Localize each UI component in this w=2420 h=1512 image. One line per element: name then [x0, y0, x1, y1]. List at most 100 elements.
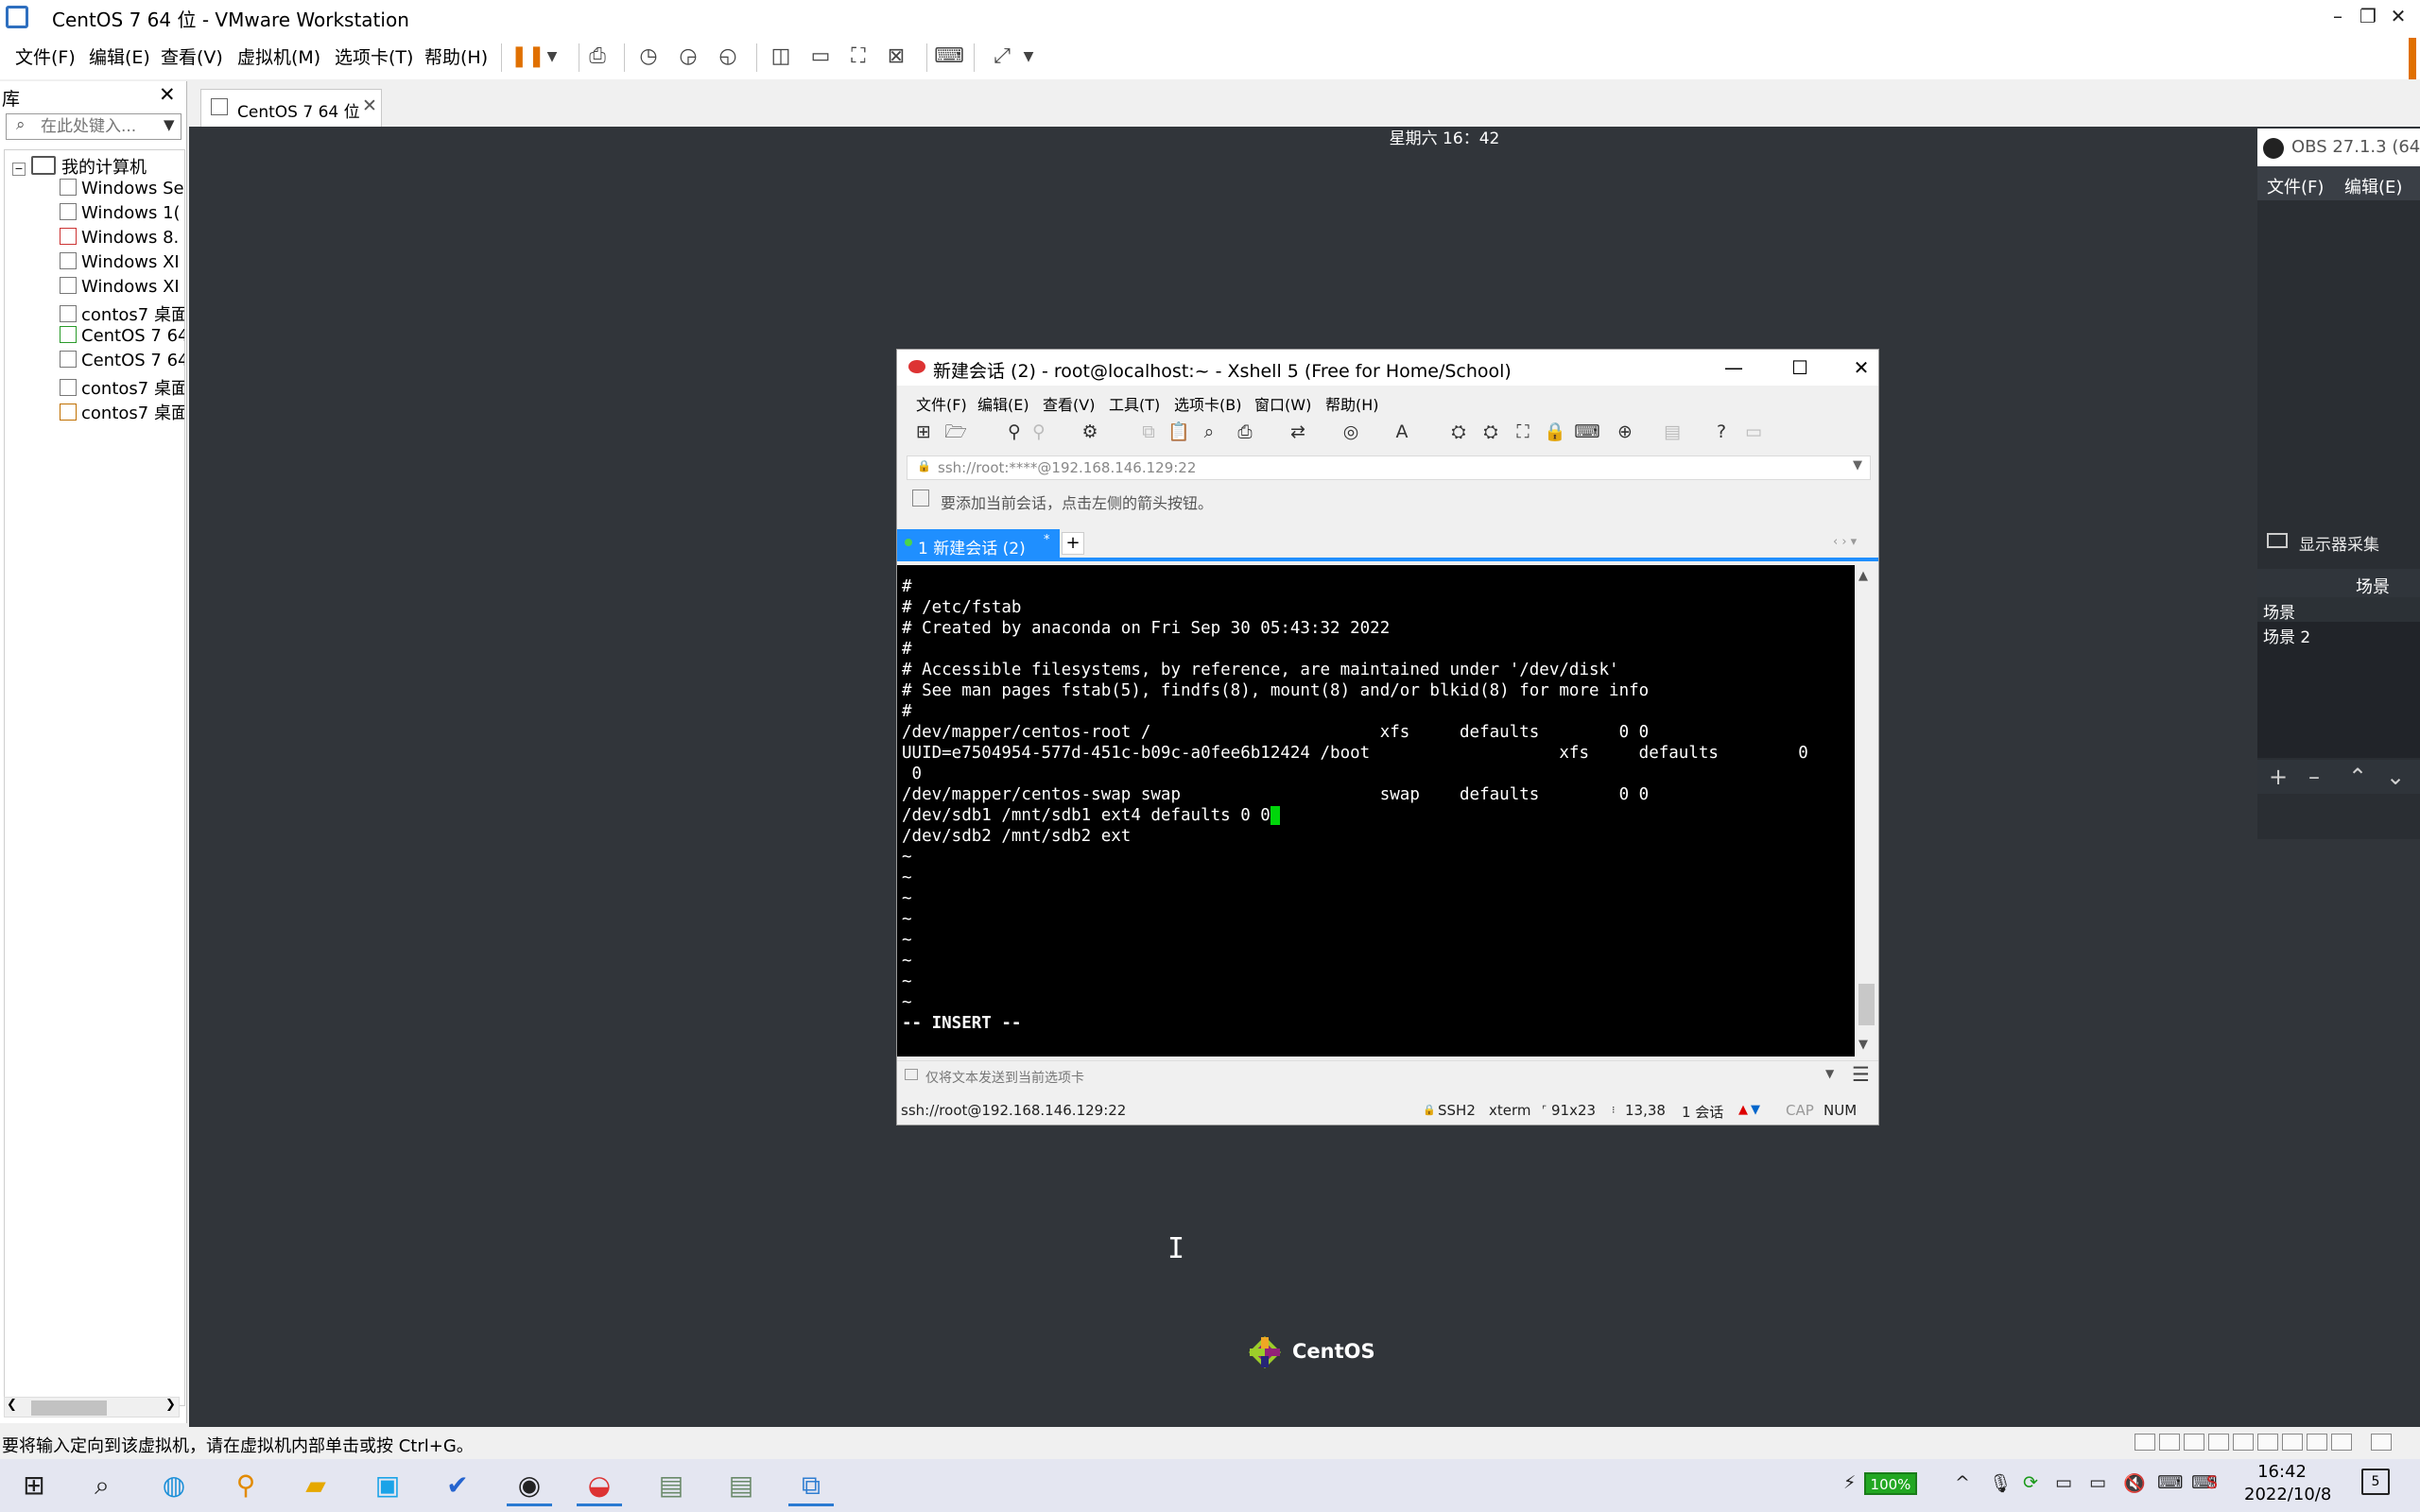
library-search[interactable]: ⌕ ▼ [6, 113, 182, 140]
search-icon[interactable]: ⌕ [79, 1465, 125, 1506]
menu-view[interactable]: 查看(V) [161, 43, 223, 69]
chevron-right-icon[interactable]: ❯ [165, 1398, 176, 1412]
tree-item-vm[interactable]: contos7 桌面 [60, 375, 184, 400]
obs-window[interactable]: OBS 27.1.3 (64- 文件(F) 编辑(E) 显示器采集 场景 场景 … [2257, 129, 2420, 839]
wps-icon[interactable]: ▤ [648, 1465, 694, 1506]
tab-navigation-icon[interactable]: ‹ › ▾ [1833, 535, 1857, 549]
chevron-up-icon[interactable]: ▲ [1858, 569, 1868, 583]
wps-icon[interactable]: ▤ [718, 1465, 764, 1506]
obs-icon[interactable]: ◉ [507, 1465, 552, 1506]
thumbnail-bar-icon[interactable]: ▭ [805, 42, 836, 72]
menu-tabs[interactable]: 选项卡(T) [335, 43, 413, 69]
todo-icon[interactable]: ✔ [435, 1465, 480, 1506]
library-hscrollbar[interactable]: ❮ ❯ [4, 1397, 180, 1418]
chevron-down-icon[interactable]: ▼ [164, 116, 175, 133]
storage-icon[interactable]: ▭ [2055, 1472, 2072, 1493]
move-up-button[interactable]: ⌃ [2342, 762, 2373, 792]
vmware-icon[interactable]: ⧉ [788, 1465, 834, 1506]
menu-file[interactable]: 文件(F) [916, 392, 967, 415]
dropdown-arrow-icon[interactable]: ▼ [537, 42, 567, 72]
compose-bar[interactable]: 仅将文本发送到当前选项卡 ▼ ☰ [897, 1060, 1878, 1091]
hard-disk-icon[interactable] [2135, 1434, 2155, 1451]
battery-indicator[interactable]: 100% [1864, 1472, 1917, 1495]
xshell-window[interactable]: 新建会话 (2) - root@localhost:~ - Xshell 5 (… [896, 349, 1879, 1265]
collapse-icon[interactable]: − [12, 163, 26, 176]
display-icon[interactable] [2307, 1434, 2327, 1451]
tree-root-my-computer[interactable]: − 我的计算机 [12, 154, 147, 178]
add-scene-button[interactable]: + [2263, 762, 2293, 792]
xshell-icon[interactable]: ◒ [577, 1465, 622, 1506]
terminal[interactable]: # # /etc/fstab # Created by anaconda on … [897, 565, 1855, 1265]
font-icon[interactable]: A [1389, 420, 1415, 444]
terminal-scrollbar[interactable]: ▲ ▼ [1855, 565, 1878, 1057]
cd-drive-icon[interactable] [2184, 1434, 2204, 1451]
display-icon[interactable]: ▭ [2089, 1472, 2106, 1493]
lock-icon[interactable]: 🔒 [1542, 420, 1568, 444]
menu-edit[interactable]: 编辑(E) [977, 392, 1029, 415]
tree-item-vm[interactable]: contos7 桌面 [60, 301, 184, 326]
revert-snapshot-icon[interactable]: ◶ [673, 42, 703, 72]
clock-time[interactable]: 16:42 [2244, 1462, 2320, 1482]
chat-icon[interactable]: ▭ [1740, 420, 1767, 444]
sound-icon[interactable] [2257, 1434, 2278, 1451]
windows-start-icon[interactable]: ⊞ [11, 1465, 57, 1506]
scrollbar-thumb[interactable] [1858, 984, 1875, 1025]
move-down-button[interactable]: ⌄ [2380, 762, 2411, 792]
search-tool-icon[interactable]: ⚲ [223, 1465, 268, 1506]
messages-icon[interactable] [2371, 1434, 2392, 1451]
keyboard-icon[interactable]: ⌨ [1574, 420, 1600, 444]
full-screen-icon[interactable]: ⛶ [843, 42, 873, 72]
usb-device-icon[interactable] [2331, 1434, 2352, 1451]
menu-tabs[interactable]: 选项卡(B) [1174, 392, 1241, 415]
edge-icon[interactable]: ◍ [151, 1465, 197, 1506]
volume-muted-icon[interactable]: 🔇 [2123, 1472, 2146, 1494]
print-icon[interactable]: ⎙ [1232, 420, 1258, 444]
scrollbar-thumb[interactable] [31, 1400, 107, 1416]
dropdown-arrow-icon[interactable]: ▼ [1013, 42, 1044, 72]
tree-item-vm[interactable]: Windows Se [60, 179, 184, 203]
tree-item-vm[interactable]: Windows 1( [60, 203, 181, 228]
maximize-button[interactable]: ☐ [1778, 352, 1822, 384]
add-session-icon[interactable]: ⊕ [1612, 420, 1638, 444]
tree-item-vm[interactable]: Windows XI [60, 252, 180, 277]
globe-icon[interactable]: ◎ [1338, 420, 1364, 444]
transfer-icon[interactable]: ⇄ [1285, 420, 1311, 444]
tab-session-1[interactable]: 1 新建会话 (2) * [897, 529, 1060, 558]
tree-item-vm-running[interactable]: CentOS 7 64 [60, 326, 184, 351]
fullscreen-icon[interactable]: ⛶ [1510, 420, 1536, 444]
remove-scene-button[interactable]: – [2299, 762, 2329, 792]
close-button[interactable]: ✕ [2377, 0, 2420, 34]
input-method-icon[interactable]: ⌨ [2157, 1472, 2183, 1493]
sync-icon[interactable]: ⟳ [2023, 1472, 2038, 1493]
minimize-button[interactable]: — [1712, 352, 1755, 384]
xftp-icon[interactable]: ⛭ [1445, 420, 1472, 444]
close-icon[interactable]: ✕ [159, 83, 176, 106]
new-session-icon[interactable]: ⊞ [910, 420, 937, 444]
scene-item[interactable]: 场景 [2263, 599, 2295, 623]
source-label[interactable]: 显示器采集 [2299, 531, 2379, 555]
wps-s-icon[interactable]: S [2206, 1472, 2218, 1493]
menu-help[interactable]: 帮助(H) [424, 43, 488, 69]
chevron-down-icon[interactable]: ▼ [1853, 458, 1862, 472]
menu-vm[interactable]: 虚拟机(M) [237, 43, 320, 69]
menu-file[interactable]: 文件(F) [2267, 174, 2324, 198]
session-address-bar[interactable]: 🔒 ssh://root:****@192.168.146.129:22 ▼ [907, 455, 1871, 480]
xshell-red-icon[interactable]: ⛭ [1478, 420, 1504, 444]
usb-icon[interactable] [2233, 1434, 2254, 1451]
properties-icon[interactable]: ⚙ [1077, 420, 1103, 444]
console-view-icon[interactable]: ⌨ [934, 42, 964, 72]
menu-tools[interactable]: 工具(T) [1109, 392, 1160, 415]
menu-window[interactable]: 窗口(W) [1254, 392, 1311, 415]
arrow-icon[interactable] [912, 490, 929, 507]
menu-help[interactable]: 帮助(H) [1325, 392, 1379, 415]
menu-view[interactable]: 查看(V) [1043, 392, 1095, 415]
chevron-down-icon[interactable]: ▼ [1825, 1067, 1834, 1080]
notification-icon[interactable]: 5 [2361, 1469, 2390, 1495]
printer-icon[interactable] [2282, 1434, 2303, 1451]
find-icon[interactable]: ⌕ [1196, 420, 1222, 444]
layout-icon[interactable]: ▤ [1659, 420, 1685, 444]
copy-icon[interactable]: ⧉ [1135, 420, 1162, 444]
tab-centos-vm[interactable]: CentOS 7 64 位 ✕ [200, 89, 382, 127]
tree-item-vm[interactable]: Windows XI [60, 277, 180, 301]
show-library-icon[interactable]: ◫ [766, 42, 796, 72]
